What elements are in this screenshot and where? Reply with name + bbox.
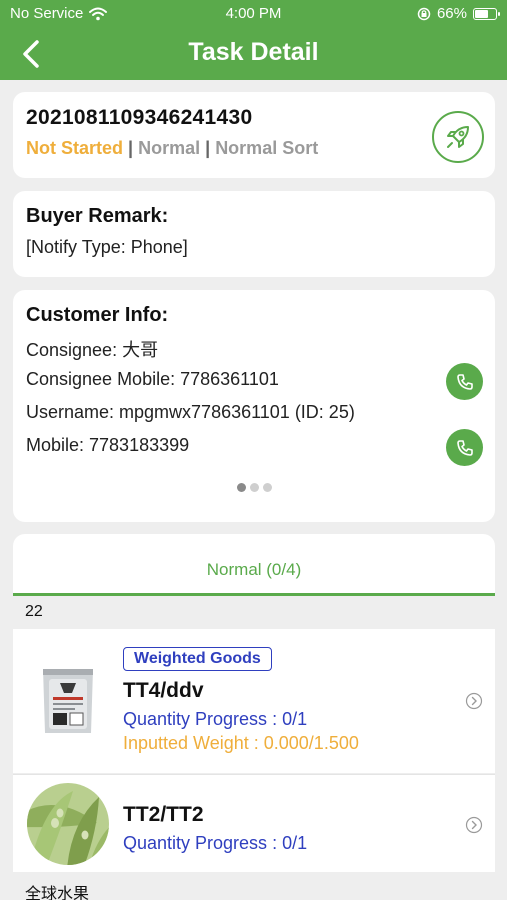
order-id: 2021081109346241430 <box>26 106 253 129</box>
tab-active-indicator <box>13 593 495 596</box>
orientation-lock-icon <box>417 7 431 20</box>
inputted-weight: Inputted Weight : 0.000/1.500 <box>123 733 359 753</box>
chevron-right-icon[interactable] <box>465 816 483 834</box>
pager-dot[interactable] <box>236 483 246 492</box>
list-item[interactable]: Weighted Goods TT4/ddv Quantity Progress… <box>13 629 495 773</box>
pager-dot[interactable] <box>262 483 272 492</box>
customer-info-card: Customer Info: Consignee: 大哥 Consignee M… <box>13 290 495 522</box>
navigation-bar: Task Detail <box>0 30 507 76</box>
list-item[interactable]: TT2/TT2 Quantity Progress : 0/1 <box>13 774 495 872</box>
order-status: Not Started <box>26 138 124 158</box>
call-mobile-button[interactable] <box>446 429 483 466</box>
item-name: TT4/ddv <box>123 679 204 702</box>
chevron-right-icon[interactable] <box>465 692 483 710</box>
pager-dot[interactable] <box>249 483 259 492</box>
item-name: TT2/TT2 <box>123 803 204 826</box>
battery-percent: 66% <box>436 5 467 22</box>
app-header: No Service 4:00 PM 66% Task Detail <box>0 0 507 80</box>
rocket-icon <box>447 126 469 148</box>
group-label: 全球水果 <box>25 886 90 900</box>
pager-dots[interactable] <box>13 483 495 492</box>
order-type: Normal <box>138 138 201 158</box>
buyer-remark-text: [Notify Type: Phone] <box>26 237 188 257</box>
order-card: 2021081109346241430 Not Started | Normal… <box>13 92 495 178</box>
phone-icon <box>456 439 473 456</box>
start-task-button[interactable] <box>432 111 484 163</box>
consignee-name: Consignee: 大哥 <box>26 340 159 360</box>
quantity-progress: Quantity Progress : 0/1 <box>123 833 308 853</box>
battery-level <box>475 9 488 18</box>
buyer-remark-card: Buyer Remark: [Notify Type: Phone] <box>13 191 495 277</box>
call-consignee-button[interactable] <box>446 363 483 400</box>
order-status-line: Not Started | Normal | Normal Sort <box>26 138 318 159</box>
separator: | <box>205 138 211 158</box>
product-thumbnail <box>27 659 109 741</box>
page-title: Task Detail <box>188 38 319 66</box>
separator: | <box>128 138 134 158</box>
buyer-remark-title: Buyer Remark: <box>26 205 169 227</box>
product-thumbnail <box>27 783 109 865</box>
group-label: 22 <box>25 603 43 620</box>
tab-normal[interactable]: Normal (0/4) <box>13 560 495 580</box>
status-bar: No Service 4:00 PM 66% <box>0 0 507 28</box>
quantity-progress: Quantity Progress : 0/1 <box>123 709 308 729</box>
weighted-goods-badge: Weighted Goods <box>123 647 272 671</box>
item-tab-bar: Normal (0/4) <box>13 534 495 596</box>
battery-charging-icon <box>473 7 500 20</box>
status-bar-right: 66% <box>417 5 500 22</box>
phone-icon <box>456 373 473 390</box>
customer-info-title: Customer Info: <box>26 304 169 326</box>
mobile: Mobile: 7783183399 <box>26 435 190 455</box>
order-sort: Normal Sort <box>215 138 319 158</box>
username: Username: mpgmwx7786361101 (ID: 25) <box>26 402 355 422</box>
consignee-mobile: Consignee Mobile: 7786361101 <box>26 369 279 389</box>
